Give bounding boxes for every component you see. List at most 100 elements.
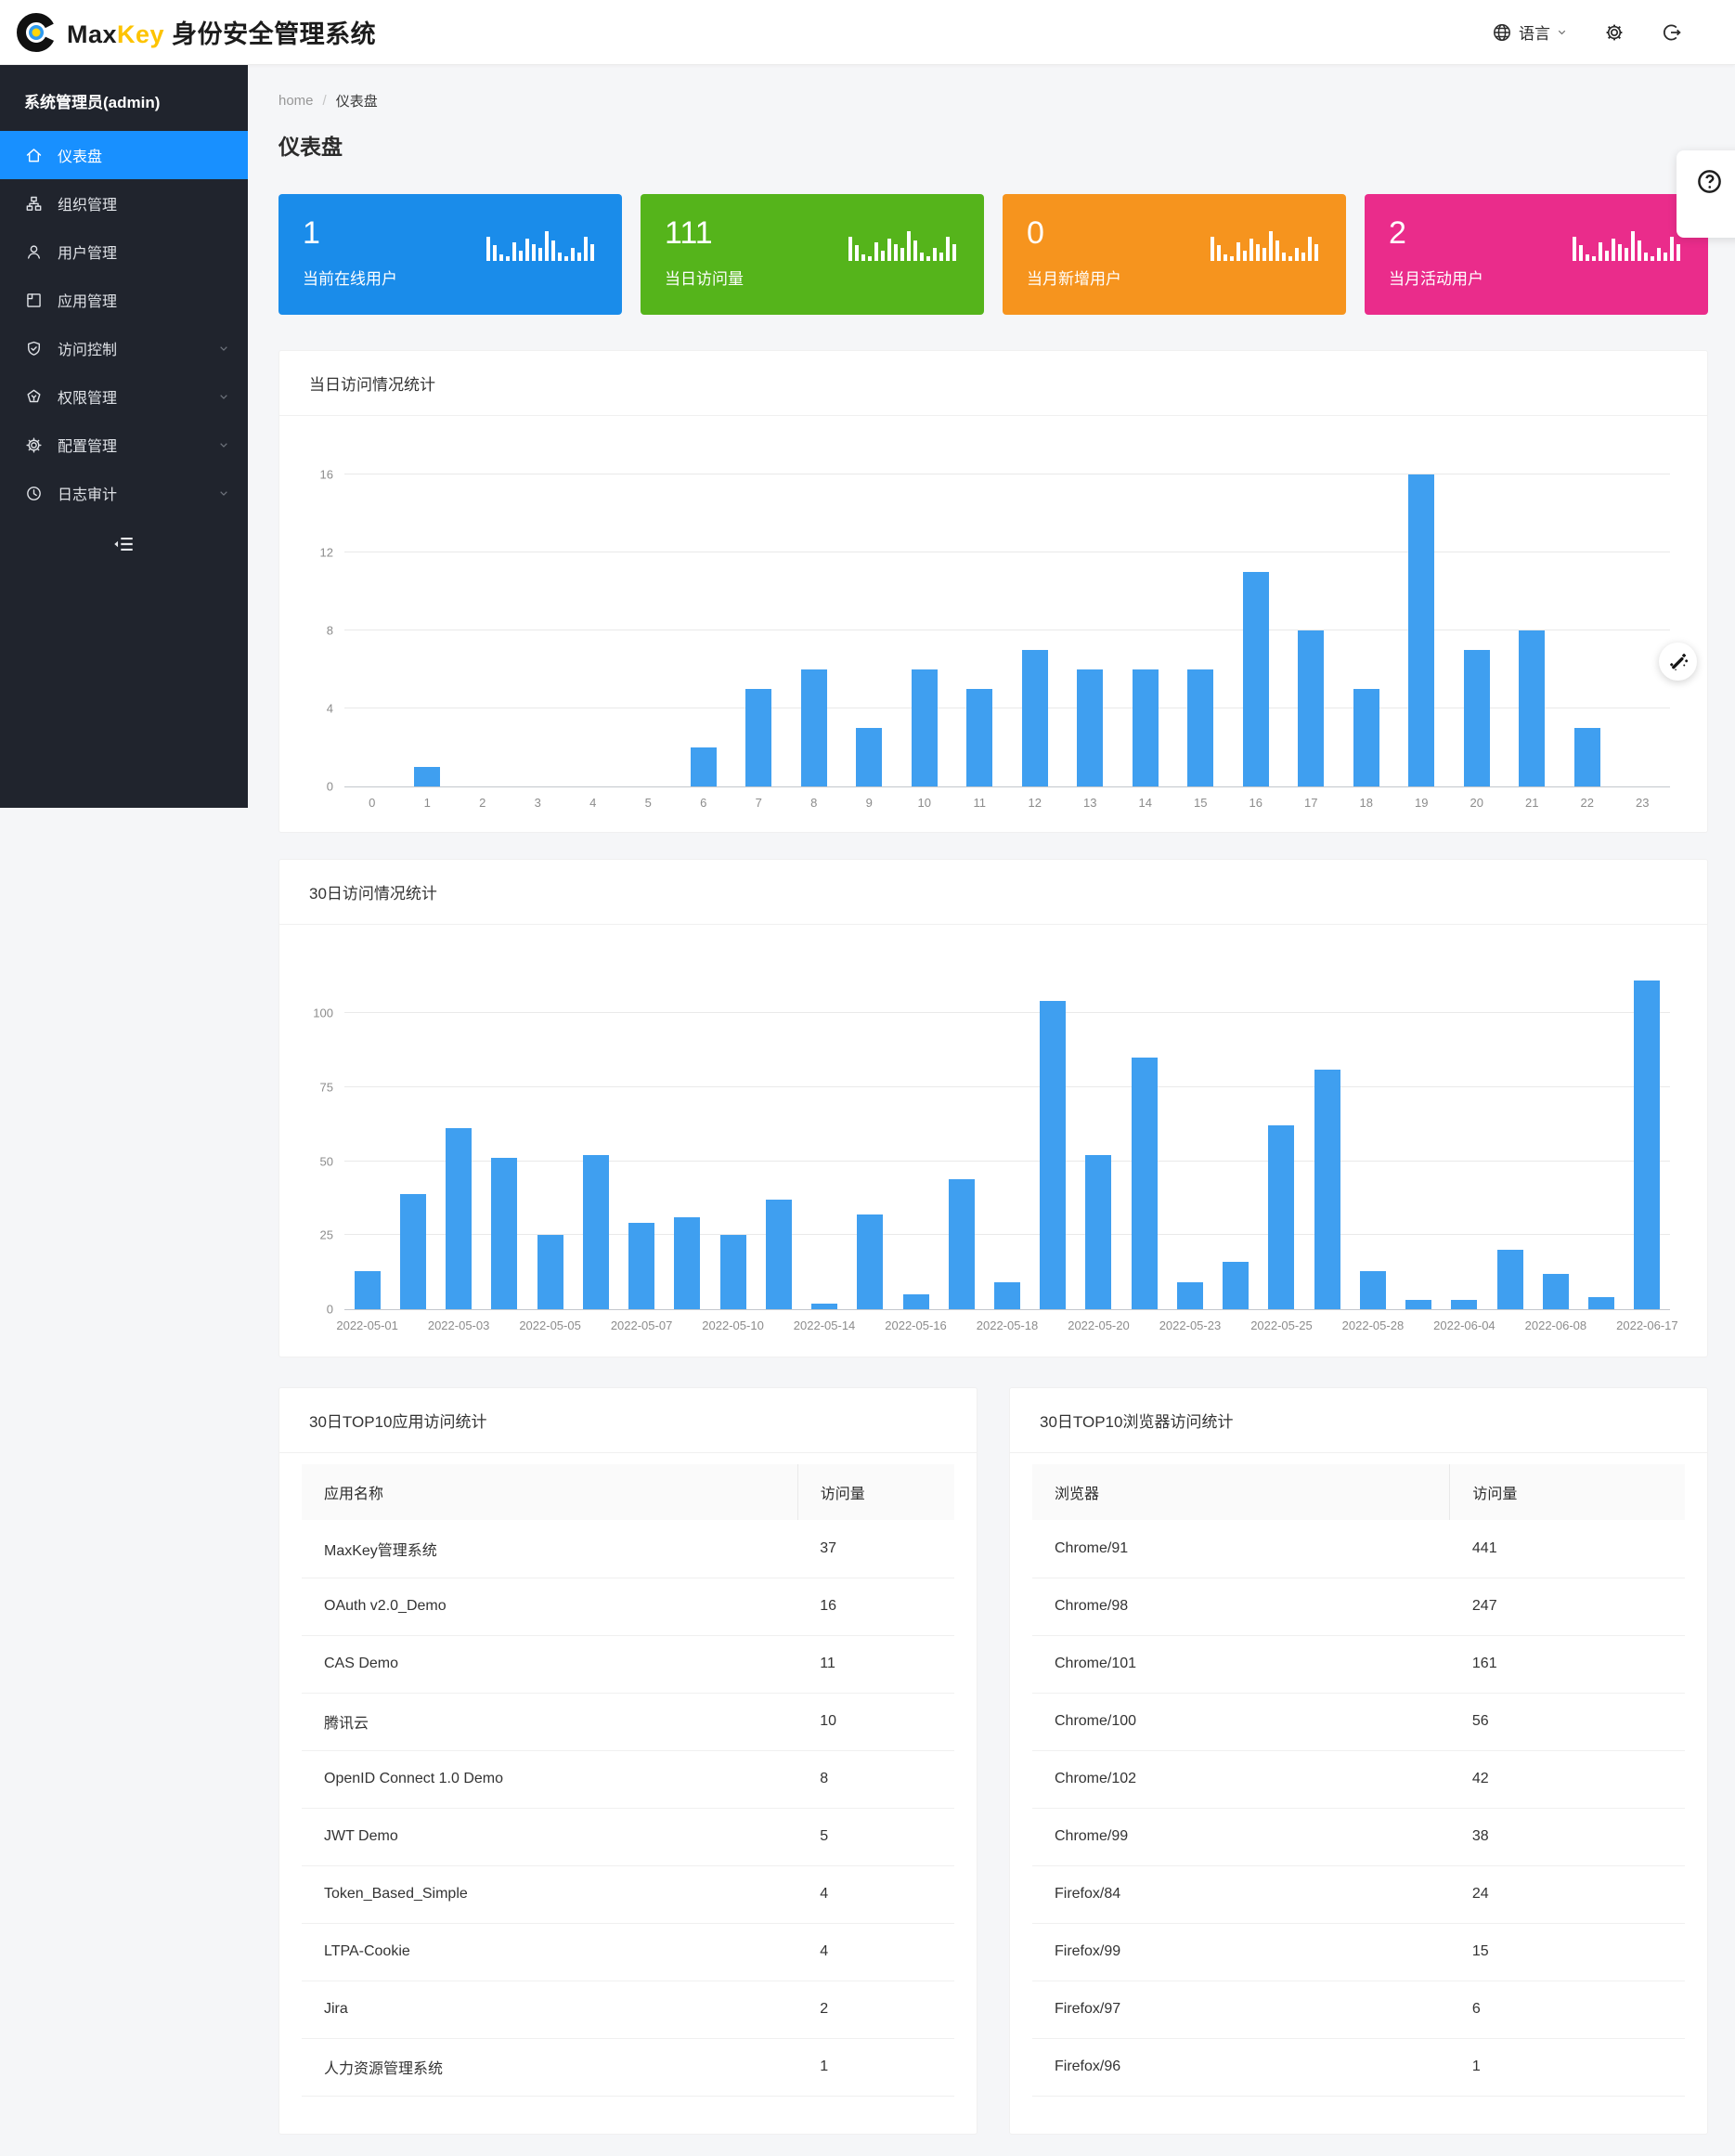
x-axis-tick: 21 — [1525, 796, 1538, 810]
question-circle-icon[interactable] — [1695, 167, 1724, 196]
chart-bar — [1040, 1001, 1066, 1309]
settings-gear-icon[interactable] — [1603, 21, 1625, 44]
chart-bar — [949, 1179, 975, 1309]
y-axis-tick: 50 — [296, 1154, 333, 1168]
stat-label: 当月活动用户 — [1389, 266, 1684, 289]
x-axis-tick: 2022-05-10 — [702, 1318, 764, 1332]
sidebar-user-title: 系统管理员(admin) — [0, 65, 248, 131]
y-axis-tick: 0 — [296, 1303, 333, 1317]
y-axis-tick: 75 — [296, 1080, 333, 1094]
x-axis-tick: 0 — [369, 796, 375, 810]
cell-name: Chrome/100 — [1032, 1693, 1450, 1750]
hourly-visits-title: 当日访问情况统计 — [279, 351, 1707, 416]
stat-card-3: 2当月活动用户 — [1365, 194, 1708, 315]
app-title: MaxKey 身份安全管理系统 — [67, 14, 376, 50]
x-axis-tick: 13 — [1083, 796, 1096, 810]
page-title: 仪表盘 — [278, 129, 1708, 161]
x-axis-tick: 2 — [479, 796, 486, 810]
cell-visits: 38 — [1450, 1808, 1685, 1865]
table-row: 腾讯云10 — [302, 1693, 954, 1750]
sidebar-item-label: 权限管理 — [58, 385, 117, 408]
stat-label: 当日访问量 — [665, 266, 960, 289]
chart-bar — [537, 1235, 563, 1309]
chart-bar — [766, 1200, 792, 1309]
sidebar-item-6[interactable]: 配置管理 — [0, 421, 248, 469]
x-axis-tick: 23 — [1636, 796, 1649, 810]
cell-name: Firefox/84 — [1032, 1865, 1450, 1923]
top10-apps-title: 30日TOP10应用访问统计 — [279, 1388, 977, 1453]
table-row: OAuth v2.0_Demo16 — [302, 1578, 954, 1635]
x-axis-tick: 2022-05-20 — [1068, 1318, 1130, 1332]
chevron-down-icon — [1556, 26, 1568, 38]
annotate-wand-button[interactable] — [1659, 643, 1697, 681]
cell-visits: 1 — [1450, 2038, 1685, 2096]
magic-wand-icon — [1666, 650, 1690, 674]
y-axis-tick: 4 — [296, 702, 333, 716]
chart-bar — [1353, 689, 1379, 786]
cell-visits: 42 — [1450, 1750, 1685, 1808]
cell-visits: 15 — [1450, 1923, 1685, 1981]
stat-card-1: 111当日访问量 — [641, 194, 984, 315]
sidebar-item-label: 访问控制 — [58, 337, 117, 359]
maxkey-logo-icon — [15, 11, 58, 54]
chart-bar — [355, 1271, 381, 1309]
sidebar-item-label: 仪表盘 — [58, 144, 102, 166]
chart-bar — [720, 1235, 746, 1309]
x-axis-tick: 2022-05-18 — [977, 1318, 1039, 1332]
sidebar-item-2[interactable]: 用户管理 — [0, 227, 248, 276]
cell-name: Chrome/99 — [1032, 1808, 1450, 1865]
cell-name: OAuth v2.0_Demo — [302, 1578, 797, 1635]
chart-bar — [1077, 669, 1103, 786]
table-row: Jira2 — [302, 1981, 954, 2038]
sidebar-item-label: 配置管理 — [58, 434, 117, 456]
gridline — [344, 1161, 1670, 1162]
chart-bar — [1574, 728, 1600, 786]
stat-label: 当月新增用户 — [1027, 266, 1322, 289]
y-axis-tick: 100 — [296, 1007, 333, 1020]
chart-bar — [1588, 1297, 1614, 1309]
chart-bar — [1187, 669, 1213, 786]
cell-visits: 4 — [797, 1923, 954, 1981]
cell-visits: 6 — [1450, 1981, 1685, 2038]
table-row: 人力资源管理系统1 — [302, 2038, 954, 2096]
sidebar-item-4[interactable]: 访问控制 — [0, 324, 248, 372]
x-axis-tick: 2022-05-01 — [336, 1318, 398, 1332]
breadcrumb-current: 仪表盘 — [336, 91, 378, 110]
breadcrumb-home-link[interactable]: home — [278, 93, 314, 109]
x-axis-tick: 2022-05-23 — [1159, 1318, 1222, 1332]
sidebar-item-label: 用户管理 — [58, 240, 117, 263]
sidebar-item-0[interactable]: 仪表盘 — [0, 131, 248, 179]
sidebar-item-7[interactable]: 日志审计 — [0, 469, 248, 517]
chart-bar — [1243, 572, 1269, 786]
chart-bar — [966, 689, 992, 786]
cell-visits: 1 — [797, 2038, 954, 2096]
chart-bar — [1314, 1070, 1340, 1309]
table-row: CAS Demo11 — [302, 1635, 954, 1693]
sidebar-item-label: 应用管理 — [58, 289, 117, 311]
cell-visits: 441 — [1450, 1520, 1685, 1578]
menu-fold-icon[interactable] — [110, 532, 137, 556]
sidebar: 系统管理员(admin) 仪表盘组织管理用户管理应用管理访问控制权限管理配置管理… — [0, 65, 248, 808]
y-axis-tick: 12 — [296, 546, 333, 560]
chart-bar — [628, 1223, 654, 1309]
logout-icon[interactable] — [1661, 21, 1683, 44]
language-selector[interactable]: 语言 — [1491, 20, 1568, 44]
cell-name: Firefox/96 — [1032, 2038, 1450, 2096]
mini-bar-chart-icon — [486, 227, 598, 265]
sidebar-item-1[interactable]: 组织管理 — [0, 179, 248, 227]
stat-cards-row: 1当前在线用户111当日访问量0当月新增用户2当月活动用户 — [278, 194, 1708, 315]
cell-visits: 161 — [1450, 1635, 1685, 1693]
chart-bar — [491, 1158, 517, 1309]
chart-bar — [691, 747, 717, 786]
x-axis-tick: 2022-05-16 — [885, 1318, 947, 1332]
table-row: Chrome/9938 — [1032, 1808, 1685, 1865]
x-axis-tick: 14 — [1139, 796, 1152, 810]
cell-name: 人力资源管理系统 — [302, 2038, 797, 2096]
sidebar-item-5[interactable]: 权限管理 — [0, 372, 248, 421]
chart-bar — [1223, 1262, 1249, 1309]
chart-bar — [1519, 630, 1545, 786]
chart-bar — [1132, 1058, 1158, 1309]
sidebar-item-3[interactable]: 应用管理 — [0, 276, 248, 324]
chart-bar — [400, 1194, 426, 1309]
gridline — [344, 1012, 1670, 1013]
